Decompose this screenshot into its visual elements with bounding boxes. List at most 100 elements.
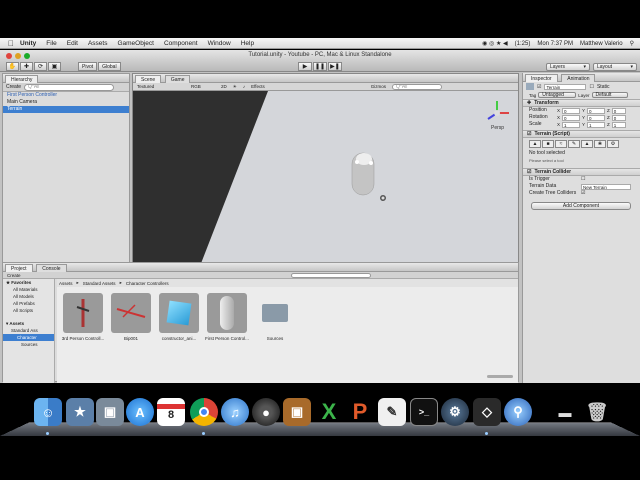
asset-item[interactable]: constructor_ani... bbox=[157, 293, 201, 341]
terrain-collider-header[interactable]: ☑ Terrain Collider bbox=[523, 168, 640, 176]
gizmos-dropdown[interactable]: Gizmos bbox=[371, 84, 386, 89]
pivot-button[interactable]: Pivot bbox=[78, 62, 98, 71]
tab-inspector[interactable]: Inspector bbox=[525, 74, 558, 82]
trash-icon[interactable]: 🗑 bbox=[583, 398, 611, 426]
layers-dropdown[interactable]: Layers ▾ bbox=[546, 63, 590, 71]
menu-help[interactable]: Help bbox=[241, 40, 254, 47]
collider-checkbox[interactable]: ☑ bbox=[527, 169, 531, 175]
tab-console[interactable]: Console bbox=[36, 264, 67, 272]
capsule-object[interactable] bbox=[351, 152, 375, 196]
chrome-icon[interactable] bbox=[190, 398, 218, 426]
photo-icon[interactable]: ▣ bbox=[96, 398, 124, 426]
excel-icon[interactable]: X bbox=[315, 398, 343, 426]
folder-item[interactable]: Character bbox=[3, 334, 54, 341]
scale-z[interactable]: 1 bbox=[611, 121, 626, 128]
rotation-z[interactable]: 0 bbox=[611, 114, 626, 121]
create-tree-checkbox[interactable]: ☑ bbox=[581, 190, 585, 197]
favorite-item[interactable]: All Prefabs bbox=[3, 300, 54, 307]
tab-project[interactable]: Project bbox=[5, 264, 33, 272]
tab-scene[interactable]: Scene bbox=[135, 75, 162, 83]
rotation-x[interactable]: 0 bbox=[562, 114, 581, 121]
calendar-icon[interactable]: 8 bbox=[157, 398, 185, 426]
camera-icon[interactable] bbox=[380, 195, 386, 201]
asset-item[interactable]: Bip001 bbox=[109, 293, 153, 341]
raise-terrain-icon[interactable]: ▲ bbox=[529, 140, 541, 148]
itunes-icon[interactable]: ♫ bbox=[221, 398, 249, 426]
step-icon[interactable]: ▶❚ bbox=[328, 62, 342, 71]
asset-item[interactable]: First Person Control... bbox=[205, 293, 249, 341]
paint-texture-icon[interactable]: ✎ bbox=[568, 140, 580, 148]
smooth-icon[interactable]: ≈ bbox=[555, 140, 567, 148]
folder-item[interactable]: Standard Ass bbox=[3, 327, 54, 334]
textedit-icon[interactable]: ✎ bbox=[378, 398, 406, 426]
project-search[interactable] bbox=[290, 272, 371, 278]
position-z[interactable]: 0 bbox=[611, 107, 626, 114]
mode-2d-button[interactable]: 2D bbox=[221, 84, 227, 89]
scale-y[interactable]: 1 bbox=[587, 121, 606, 128]
network-icon[interactable]: ⚲ bbox=[504, 398, 532, 426]
paint-height-icon[interactable]: ■ bbox=[542, 140, 554, 148]
scale-tool-icon[interactable]: ▣ bbox=[48, 62, 61, 71]
favorite-item[interactable]: All Scripts bbox=[3, 307, 54, 314]
menu-component[interactable]: Component bbox=[164, 40, 198, 47]
clock[interactable]: Mon 7:37 PM bbox=[537, 41, 573, 47]
terrain-settings-icon[interactable]: ⚙ bbox=[607, 140, 619, 148]
position-y[interactable]: 0 bbox=[587, 107, 606, 114]
scene-search[interactable]: Q*All bbox=[392, 83, 443, 90]
static-checkbox[interactable]: ☐ bbox=[589, 84, 593, 90]
is-trigger-checkbox[interactable]: ☐ bbox=[581, 176, 585, 183]
folder-item[interactable]: Sources bbox=[3, 341, 54, 348]
terminal-icon[interactable]: >_ bbox=[410, 398, 438, 426]
powerpoint-icon[interactable]: P bbox=[346, 398, 374, 426]
asset-item[interactable]: Sources bbox=[253, 293, 297, 341]
rotate-tool-icon[interactable]: ⟳ bbox=[34, 62, 47, 71]
favorite-item[interactable]: All Models bbox=[3, 293, 54, 300]
tag-dropdown[interactable]: Untagged bbox=[538, 92, 577, 98]
breadcrumb-item[interactable]: Standard Assets bbox=[83, 281, 116, 286]
create-dropdown[interactable]: Create bbox=[6, 84, 21, 90]
breadcrumb-item[interactable]: Character Controllers bbox=[126, 281, 169, 286]
add-component-button[interactable]: Add Component bbox=[531, 202, 631, 210]
tab-hierarchy[interactable]: Hierarchy bbox=[5, 75, 39, 83]
layer-dropdown[interactable]: Default bbox=[591, 92, 628, 98]
app-store-icon[interactable]: A bbox=[126, 398, 154, 426]
favorite-item[interactable]: All Materials bbox=[3, 286, 54, 293]
status-icons[interactable]: ◉ ◎ ★ ◀ bbox=[482, 40, 507, 47]
asset-item[interactable]: 3rd Person Controll... bbox=[61, 293, 105, 341]
position-x[interactable]: 0 bbox=[562, 107, 581, 114]
battery-text[interactable]: (1:25) bbox=[515, 41, 531, 47]
favorites-header[interactable]: ★ Favorites bbox=[3, 279, 54, 286]
place-trees-icon[interactable]: ▲ bbox=[581, 140, 593, 148]
rotation-y[interactable]: 0 bbox=[587, 114, 606, 121]
breadcrumb-item[interactable]: Assets bbox=[59, 281, 73, 286]
steam-icon[interactable]: ⚙ bbox=[441, 398, 469, 426]
menu-assets[interactable]: Assets bbox=[88, 40, 108, 47]
dvd-icon[interactable]: ● bbox=[252, 398, 280, 426]
layout-dropdown[interactable]: Layout ▾ bbox=[593, 63, 637, 71]
thumbnail-size-slider[interactable] bbox=[487, 375, 513, 378]
project-create-dropdown[interactable]: Create bbox=[7, 273, 21, 278]
transform-header[interactable]: ✚ Transform bbox=[523, 99, 640, 107]
hierarchy-item[interactable]: Terrain bbox=[3, 106, 129, 113]
finder-icon[interactable]: ☺ bbox=[34, 398, 62, 426]
render-mode-dropdown[interactable]: Textured bbox=[137, 84, 185, 89]
preview-icon[interactable]: ★ bbox=[66, 398, 94, 426]
assets-header[interactable]: ▾ Assets bbox=[3, 320, 54, 327]
hierarchy-search[interactable]: Q*All bbox=[24, 83, 115, 91]
component-checkbox[interactable]: ☑ bbox=[527, 131, 531, 137]
pause-icon[interactable]: ❚❚ bbox=[313, 62, 327, 71]
global-button[interactable]: Global bbox=[98, 62, 121, 71]
color-mode-dropdown[interactable]: RGB bbox=[191, 84, 215, 89]
tab-animation[interactable]: Animation bbox=[561, 74, 596, 82]
unity-icon[interactable]: ◇ bbox=[473, 398, 501, 426]
paint-details-icon[interactable]: ❀ bbox=[594, 140, 606, 148]
object-name-field[interactable]: Terrain bbox=[544, 83, 587, 90]
display-icon[interactable]: ▬ bbox=[551, 398, 579, 426]
apple-menu-icon[interactable]:  bbox=[8, 39, 14, 48]
light-icon[interactable]: ☀ bbox=[233, 84, 237, 90]
menu-gameobject[interactable]: GameObject bbox=[117, 40, 154, 47]
hierarchy-item[interactable]: Main Camera bbox=[3, 99, 129, 106]
active-checkbox[interactable]: ☑ bbox=[537, 84, 541, 90]
audio-icon[interactable]: ♪ bbox=[243, 84, 245, 89]
menu-app[interactable]: Unity bbox=[20, 40, 36, 47]
